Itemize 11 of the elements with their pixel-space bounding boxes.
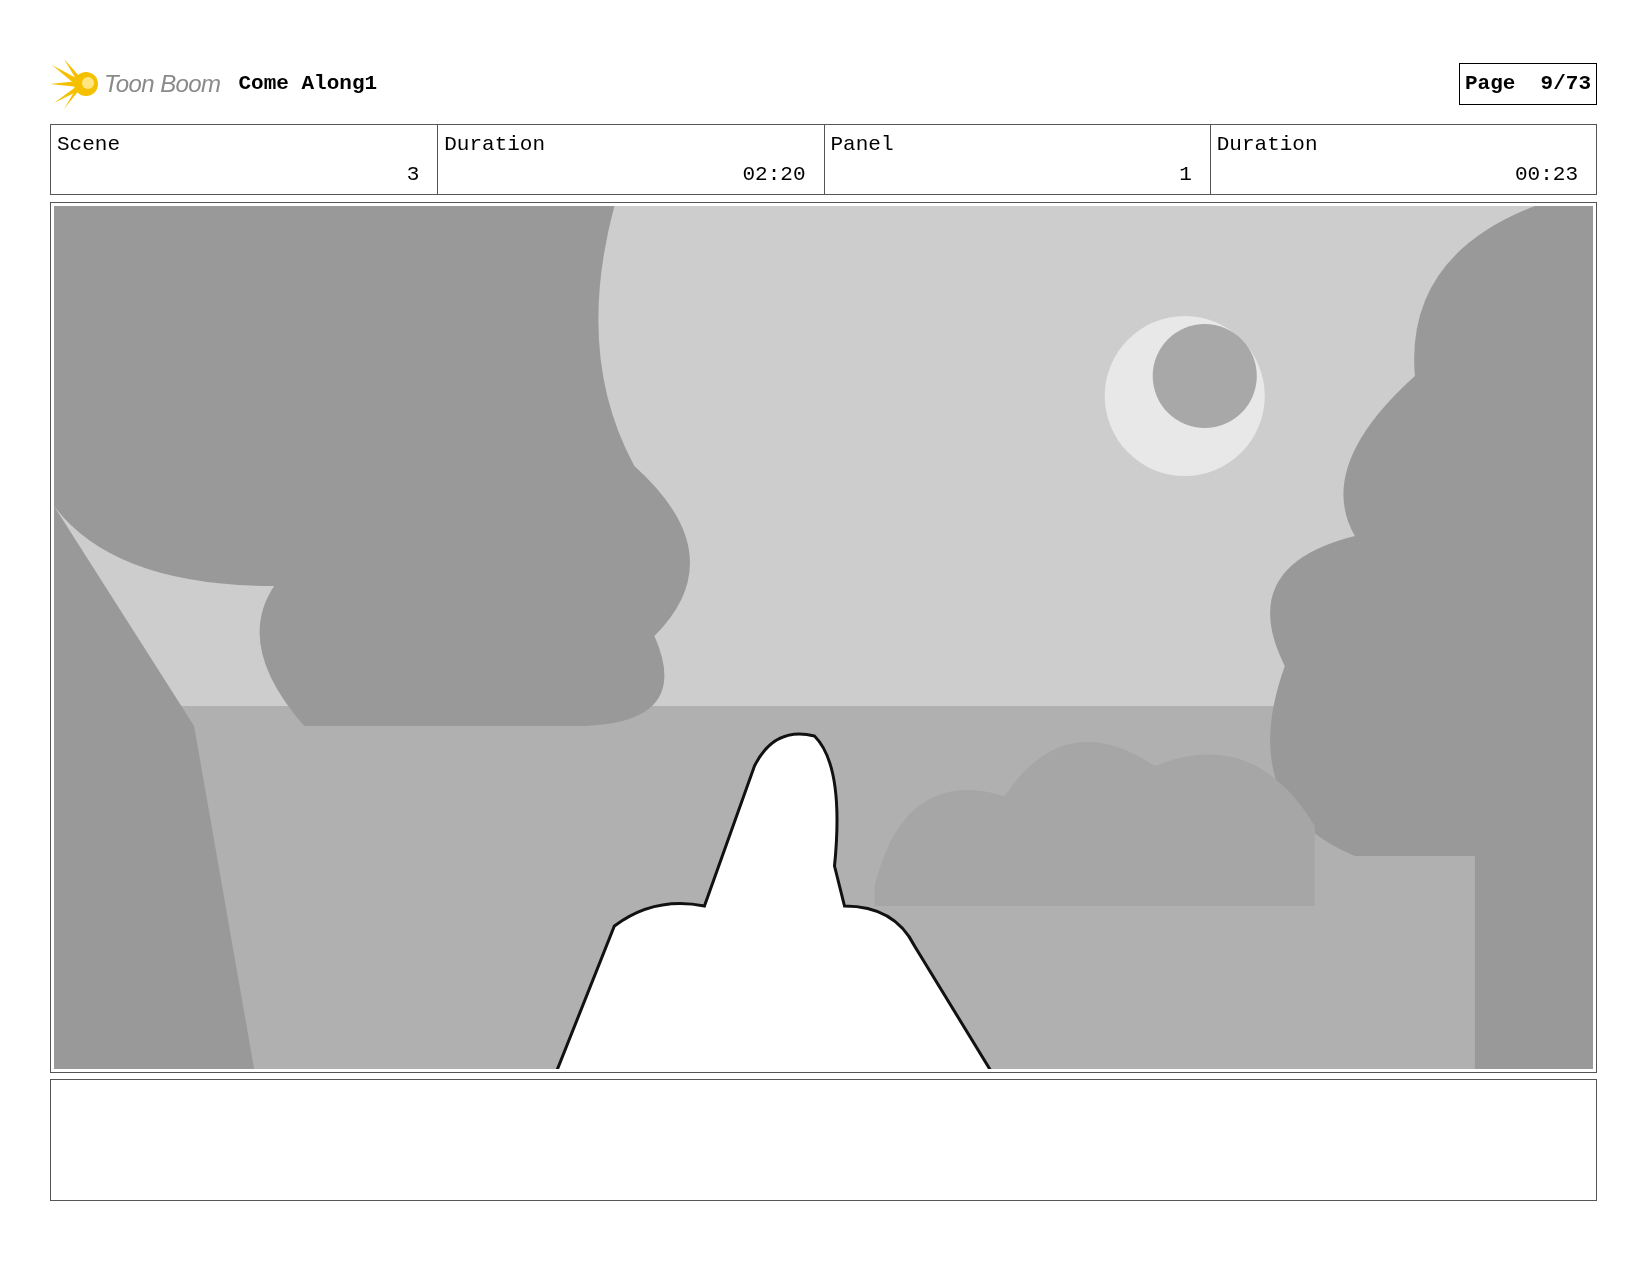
logo-text: Toon Boom [104, 69, 221, 99]
field-value: 1 [1179, 162, 1192, 188]
field-value: 3 [406, 162, 420, 188]
field-value: 02:20 [742, 162, 806, 188]
field-label: Scene [57, 132, 120, 158]
project-title: Come Along1 [238, 71, 378, 98]
field-label: Duration [1216, 132, 1318, 158]
field-label: Duration [444, 132, 546, 158]
field-label: Panel [830, 132, 894, 158]
page-number: Page 9/73 [1458, 63, 1597, 105]
field-value: 00:23 [1515, 162, 1578, 188]
